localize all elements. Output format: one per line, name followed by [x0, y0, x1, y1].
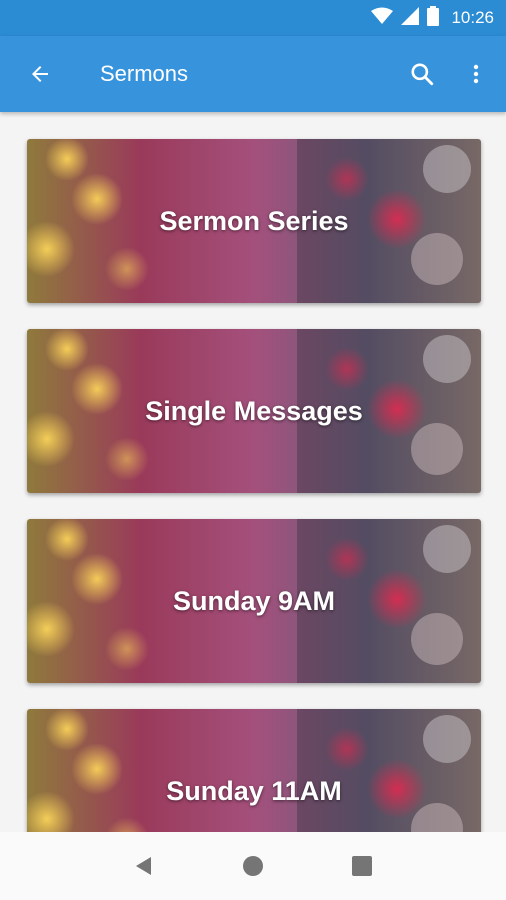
signal-icon	[401, 6, 420, 30]
more-vert-icon	[473, 64, 479, 84]
card-sunday-9am[interactable]: Sunday 9AM	[27, 519, 481, 683]
page-title: Sermons	[100, 61, 189, 86]
card-label: Sunday 11AM	[166, 775, 342, 806]
status-time: 10:26	[451, 8, 494, 27]
status-bar: 10:26	[0, 0, 506, 36]
app-bar: Sermons	[0, 36, 506, 112]
card-single-messages[interactable]: Single Messages	[27, 329, 481, 493]
sermon-category-list: Sermon Series Single Messages Sunday 9AM…	[0, 112, 506, 832]
card-sermon-series[interactable]: Sermon Series	[27, 139, 481, 303]
back-triangle-icon	[136, 857, 152, 875]
battery-icon	[427, 5, 440, 31]
system-nav-bar	[0, 832, 506, 900]
card-label: Sermon Series	[159, 205, 349, 236]
more-options-button[interactable]	[454, 52, 498, 96]
search-icon	[411, 63, 434, 86]
card-label: Single Messages	[145, 395, 363, 426]
search-button[interactable]	[400, 52, 444, 96]
card-label: Sunday 9AM	[172, 585, 336, 616]
nav-recents-button[interactable]	[342, 846, 382, 886]
card-sunday-11am[interactable]: Sunday 11AM	[27, 709, 481, 832]
arrow-back-icon	[32, 66, 48, 82]
home-circle-icon	[242, 856, 263, 876]
wifi-icon	[371, 7, 394, 30]
back-button[interactable]	[18, 52, 62, 96]
nav-home-button[interactable]	[233, 846, 273, 886]
recents-square-icon	[351, 856, 372, 876]
nav-back-button[interactable]	[124, 846, 164, 886]
